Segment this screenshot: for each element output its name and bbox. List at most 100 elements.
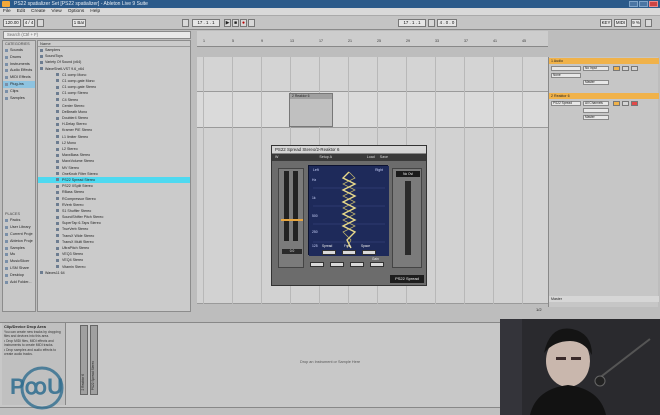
track-2-input[interactable]: PS22 Spread [551,101,581,106]
quantize-menu[interactable]: 1 Bar [72,19,86,27]
loop-length[interactable]: 4 . 0 . 0 [437,19,457,27]
mode-button-4[interactable] [370,262,384,267]
category-samples[interactable]: Samples [3,95,35,102]
plugin-brand: PS22 Spread [390,275,424,283]
plugin-icon [56,190,59,194]
track-2-header[interactable]: 2 Reaktor 6 [549,93,659,99]
category-clips[interactable]: Clips [3,88,35,95]
loop-button[interactable] [428,19,435,27]
track-1-lane[interactable] [197,57,548,92]
sounds-icon [5,49,8,52]
mode-button-1[interactable] [310,262,324,267]
transport-toolbar: 120.00 4 / 4 1 Bar 17 . 1 . 1 ▶ ■ ● 17 .… [0,16,660,30]
category-sounds[interactable]: Sounds [3,47,35,54]
track-2-solo[interactable] [622,101,629,106]
midi-map-button[interactable]: MIDI [614,19,627,27]
menu-edit[interactable]: Edit [17,8,25,15]
save-button[interactable]: Save [380,155,388,159]
category-midi-effects[interactable]: MIDI Effects [3,74,35,81]
tempo-field[interactable]: 120.00 [3,19,21,27]
loop-start[interactable]: 17 . 1 . 1 [398,19,426,27]
track-2-arm[interactable] [631,101,638,106]
clips-icon [5,89,8,93]
category-drums[interactable]: Drums [3,54,35,61]
instruments-icon [5,62,8,66]
place-mu[interactable]: Mu [3,251,35,258]
track-2-lane[interactable] [197,92,548,128]
menu-file[interactable]: File [3,8,11,15]
space-control[interactable] [362,250,376,255]
track-1-input[interactable] [551,66,581,71]
overdub-button[interactable] [248,19,255,27]
category-instruments[interactable]: Instruments [3,61,35,68]
graph-tick: Hz [312,178,317,182]
category-plug-ins[interactable]: Plug-ins [3,80,35,88]
track-1-activator[interactable] [613,66,620,71]
ruler-bar-number: 17 [319,39,323,43]
track-2-activator[interactable] [613,101,620,106]
stop-button[interactable]: ■ [232,19,239,27]
arrangement-scrollbar[interactable] [197,308,548,314]
plugin-icon [56,172,59,176]
track-2-channel[interactable]: All Channels [583,101,609,106]
menu-help[interactable]: Help [90,8,100,15]
track-1-input-type[interactable]: No Input [583,66,609,71]
browser-item[interactable]: Waves11 64 [38,270,190,276]
place-musicslicer[interactable]: MusicSlicer [3,258,35,265]
plugin-icon [56,221,59,225]
browser-search-input[interactable]: Search (Ctrl + F) [3,31,191,39]
category-audio-effects[interactable]: Audio Effects [3,67,35,74]
output-meter [405,181,411,255]
track-1-output[interactable]: Master [583,80,609,85]
place-current-project[interactable]: Current Proje [3,231,35,238]
gain-fader[interactable] [281,219,303,221]
mode-button-3[interactable] [350,262,364,267]
menu-view[interactable]: View [51,8,61,15]
track-1-channel[interactable]: None [551,73,581,78]
follow-button[interactable] [182,19,189,27]
plugin-icon [56,159,59,163]
key-map-button[interactable]: KEY [600,19,612,27]
close-button[interactable] [649,1,658,7]
place-samples[interactable]: Samples [3,245,35,252]
place-lsm-share[interactable]: LSM Share [3,265,35,272]
add-folder-button[interactable]: Add Folder... [3,279,35,286]
time-signature[interactable]: 4 / 4 [23,19,35,27]
arrangement-ruler[interactable]: 1 5 9 13 17 21 25 29 33 37 41 45 [197,31,548,47]
place-desktop[interactable]: Desktop [3,272,35,279]
browser-item-label: RVerb Stereo [62,202,84,207]
spread-control[interactable] [322,250,336,255]
track-2-output[interactable]: Master [583,115,609,120]
midi-clip[interactable]: 2 Reaktor 6 [289,93,333,127]
track-1-arm[interactable] [631,66,638,71]
play-button[interactable]: ▶ [224,19,231,27]
master-track-header[interactable]: Master [549,296,659,302]
load-button[interactable]: Load [367,155,375,159]
plugin-icon [56,227,59,231]
plugin-icon [56,122,59,126]
plugin-window[interactable]: PS22 Spread Stereo/2-Reaktor 6 W Setup A… [271,145,427,286]
maximize-button[interactable] [639,1,648,7]
freq-control[interactable] [342,250,356,255]
spread-display[interactable]: Left Right Hz 1k 500 250 125 [308,165,389,256]
track-1-header[interactable]: 1 Audio [549,58,659,64]
input-section: 0.0 [278,168,304,268]
song-position[interactable]: 17 . 1 . 1 [192,19,220,27]
place-ableton-projects[interactable]: Ableton Proje [3,238,35,245]
menu-create[interactable]: Create [31,8,45,15]
mode-button-2[interactable] [330,262,344,267]
input-meter-right [293,171,298,241]
minimize-button[interactable] [629,1,638,7]
track-2-monitor[interactable] [583,108,609,113]
metronome-button[interactable] [37,19,44,27]
gain-readout: 0.0 [282,249,302,254]
browser-item-label: TransX Multi Stereo [62,239,94,244]
plugin-icon [56,246,59,250]
preset-name[interactable]: Setup A [319,155,331,159]
record-button[interactable]: ● [240,19,247,27]
track-1-solo[interactable] [622,66,629,71]
menu-options[interactable]: Options [68,8,85,15]
place-user-library[interactable]: User Library [3,224,35,231]
browser-list: Name Samplers SoundToys Variety Of Sound (… [37,40,191,312]
place-packs[interactable]: Packs [3,217,35,224]
